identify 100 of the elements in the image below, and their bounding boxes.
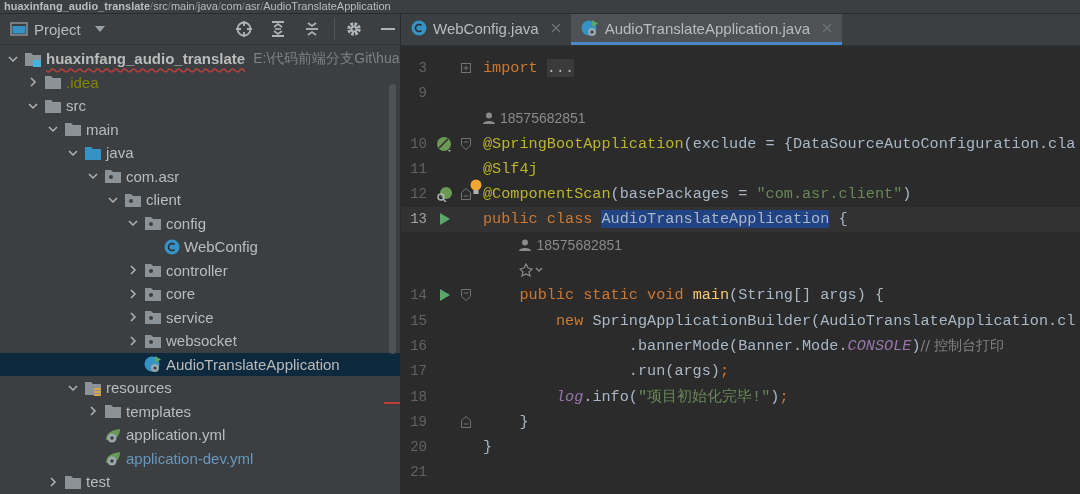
- tree-item[interactable]: client: [0, 188, 400, 212]
- line-number: 18: [409, 388, 427, 405]
- tree-item[interactable]: test: [0, 470, 400, 494]
- code-line: @SpringBootApplication(exclude = {DataSourceAutoConfiguration.cla: [483, 134, 1076, 153]
- line-number: 20: [409, 439, 427, 456]
- code-line: .run(args);: [627, 362, 730, 381]
- package-folder-icon: [104, 168, 122, 185]
- code-line: @ComponentScan(basePackages = "com.asr.client"): [483, 185, 912, 204]
- spring-bean-search-icon[interactable]: [436, 186, 452, 203]
- fold-marker-icon[interactable]: [461, 137, 471, 150]
- line-number: 3: [417, 59, 427, 76]
- fold-marker-icon[interactable]: [461, 289, 471, 302]
- tree-item[interactable]: service: [0, 305, 400, 329]
- tree-item[interactable]: huaxinfang_audio_translate E:\代码前端分支Git\hua: [0, 47, 400, 71]
- editor-tab[interactable]: AudioTranslateApplication.java: [570, 14, 843, 45]
- breadcrumb-separator: /: [194, 0, 198, 12]
- scrollbar[interactable]: [389, 84, 396, 354]
- class-icon: [411, 20, 427, 36]
- package-folder-icon: [144, 332, 162, 349]
- code-line: @Slf4j: [483, 159, 538, 178]
- error-stripe-mark: [384, 402, 400, 404]
- panel-title[interactable]: Project: [34, 20, 81, 38]
- tree-item[interactable]: com.asr: [0, 164, 400, 188]
- breadcrumb-item[interactable]: com: [221, 0, 242, 12]
- breadcrumb-item[interactable]: main: [170, 0, 195, 12]
- package-folder-icon: [144, 309, 162, 326]
- editor-tab[interactable]: WebConfig.java: [401, 14, 571, 45]
- tree-item[interactable]: websocket: [0, 329, 400, 353]
- tree-item[interactable]: main: [0, 117, 400, 141]
- code-line: public static void main(String[] args) {: [518, 286, 885, 305]
- tree-item[interactable]: application-dev.yml: [0, 446, 400, 470]
- breadcrumb-separator: /: [260, 0, 264, 12]
- line-number: 12: [409, 186, 427, 203]
- close-icon[interactable]: [550, 23, 561, 33]
- spring-config-icon: [104, 426, 122, 443]
- code-line: .bannerMode(Banner.Mode.CONSOLE)// 控制台打印: [627, 336, 1005, 355]
- code-line: new SpringApplicationBuilder(AudioTranslateApplication.cl: [554, 311, 1076, 330]
- package-folder-icon: [124, 191, 142, 208]
- tree-item[interactable]: templates: [0, 399, 400, 423]
- tree-item[interactable]: application.yml: [0, 423, 400, 447]
- package-folder-icon: [144, 285, 162, 302]
- folder-icon: [44, 74, 62, 91]
- line-number: 10: [409, 135, 427, 152]
- class-run-icon: [144, 355, 162, 374]
- folder-icon: [64, 473, 82, 490]
- line-number: 15: [409, 312, 427, 329]
- breadcrumb-separator: /: [218, 0, 222, 12]
- folder-icon: [84, 144, 102, 161]
- tree-item[interactable]: config: [0, 211, 400, 235]
- crosshair-icon[interactable]: [235, 20, 253, 38]
- package-folder-icon: [144, 215, 162, 232]
- breadcrumb-separator: /: [167, 0, 171, 12]
- author-hint[interactable]: 18575682851: [483, 110, 586, 127]
- folder-icon: [44, 97, 62, 114]
- breadcrumb-item[interactable]: asr: [244, 0, 261, 12]
- expand-all-icon[interactable]: [269, 20, 287, 38]
- breadcrumb-separator: /: [150, 0, 154, 12]
- line-number: 11: [409, 160, 427, 177]
- breadcrumb-item[interactable]: huaxinfang_audio_translate: [4, 0, 151, 12]
- tree-item[interactable]: controller: [0, 258, 400, 282]
- tree-item[interactable]: java: [0, 141, 400, 165]
- package-folder-icon: [144, 262, 162, 279]
- folder-icon: [104, 403, 122, 420]
- line-number: 17: [409, 363, 427, 380]
- class-icon: [164, 238, 180, 255]
- code-line: import ...: [483, 58, 575, 77]
- tree-item[interactable]: core: [0, 282, 400, 306]
- collapse-all-icon[interactable]: [303, 20, 321, 38]
- line-number: 9: [417, 84, 427, 101]
- dropdown-caret-icon: [94, 26, 105, 32]
- tree-item[interactable]: WebConfig: [0, 235, 400, 259]
- fold-plus-icon[interactable]: [461, 61, 471, 74]
- code-line: public class AudioTranslateApplication {: [483, 210, 848, 229]
- class-run-icon: [580, 19, 599, 37]
- tree-item[interactable]: resources: [0, 376, 400, 400]
- spring-bean-icon[interactable]: [436, 135, 452, 152]
- breadcrumb-item[interactable]: AudioTranslateApplication: [263, 0, 391, 12]
- line-number: 13: [409, 211, 427, 228]
- module-folder-icon: [24, 50, 42, 67]
- breadcrumb-item[interactable]: src: [153, 0, 168, 12]
- breadcrumb-separator: /: [241, 0, 245, 12]
- line-number: 19: [409, 413, 427, 430]
- module-path: E:\代码前端分支Git\hua: [253, 49, 400, 68]
- fold-marker-icon[interactable]: [461, 188, 471, 201]
- code-line: log.info("项目初始化完毕!");: [554, 387, 789, 407]
- fold-marker-icon[interactable]: [461, 415, 471, 428]
- panel-window-icon: [10, 21, 28, 37]
- spring-config-icon: [104, 450, 122, 467]
- line-number: 21: [409, 464, 427, 481]
- code-line: }: [518, 412, 529, 431]
- tree-item[interactable]: AudioTranslateApplication: [0, 352, 400, 376]
- tree-item[interactable]: src: [0, 94, 400, 118]
- line-number: 16: [409, 337, 427, 354]
- line-number: 14: [409, 287, 427, 304]
- settings-icon[interactable]: [345, 20, 363, 38]
- lightbulb-icon[interactable]: [470, 179, 482, 196]
- author-hint[interactable]: 18575682851: [519, 236, 623, 253]
- code-line: }: [483, 438, 493, 457]
- person-icon: [519, 238, 532, 251]
- resources-folder-icon: [84, 379, 102, 396]
